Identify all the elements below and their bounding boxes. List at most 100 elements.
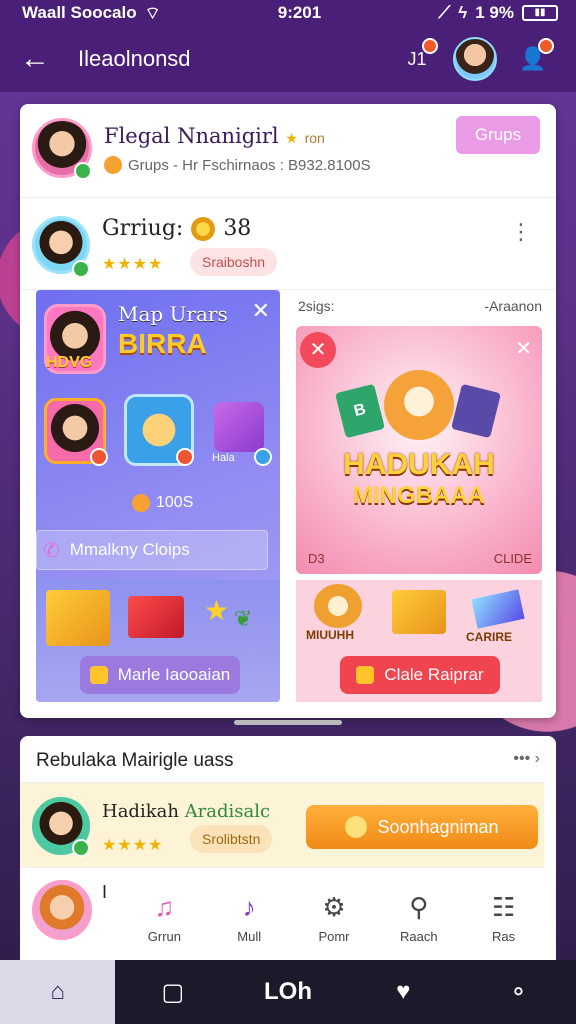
user-name: Hadikah Aradisalc: [102, 801, 270, 822]
user-name-text: Hadikah: [102, 801, 179, 822]
gift-box-icon[interactable]: [392, 590, 446, 634]
quick-action-menu: ♫ Grrun ♪ Mull ⚙ Pomr ⚲ Raach ☷ Ras: [112, 876, 556, 960]
tab-chat[interactable]: ▢: [115, 960, 230, 1024]
groups-button[interactable]: Grups: [456, 116, 540, 154]
tab-center-label: LOh: [264, 978, 312, 1005]
status-badge-text: Srolibtstn: [202, 831, 261, 847]
status-badge: Srolibtstn: [190, 825, 273, 853]
drag-handle[interactable]: [234, 720, 342, 725]
card-icon: [451, 383, 501, 439]
battery-icon: ▮▮: [522, 5, 558, 21]
menu-item-label: Grrun: [147, 929, 181, 944]
list-item[interactable]: Grriug: 38 ★★★★ Sraiboshn ⋮: [20, 198, 556, 290]
item-label: CARIRE: [466, 630, 513, 644]
avatar-label: HDVG: [46, 354, 93, 371]
profile-icon: ⚬: [508, 978, 529, 1006]
promo-title: HADUKAH: [343, 448, 495, 481]
status-badge: Sraiboshn: [190, 248, 278, 276]
online-status-icon: [72, 839, 90, 857]
user-name-text: Grriug:: [102, 216, 184, 241]
badge-icon: [176, 448, 194, 466]
list-item[interactable]: Flegal Nnanigirl ★ ron Grups - Hr Fschir…: [20, 104, 556, 198]
back-arrow-icon[interactable]: ←: [20, 42, 60, 76]
promo-corner-label: CLIDE: [493, 551, 532, 566]
panel-subtitle: BIRRA: [118, 328, 207, 359]
grid-icon: ☷: [491, 892, 516, 922]
signal-icon: ⟋: [438, 3, 451, 22]
wifi-icon: ⌔: [144, 3, 161, 23]
gift-box-icon[interactable]: [214, 402, 264, 452]
close-icon[interactable]: ✕: [515, 336, 532, 361]
coin-amount-text: 100S: [156, 494, 194, 511]
menu-item-group[interactable]: ♫ Grrun: [132, 892, 196, 944]
send-gift-button[interactable]: Marle Iaooaian: [80, 656, 240, 694]
heart-icon: ♥: [396, 978, 411, 1005]
gift-box-icon[interactable]: [128, 596, 184, 638]
panel-label: 2sigs:: [298, 298, 335, 314]
user-name: Flegal Nnanigirl ★ ron: [104, 124, 325, 148]
panel-label: -Araanon: [484, 298, 542, 314]
avatar: [32, 880, 92, 940]
gear-icon: ⚙: [322, 892, 346, 922]
search-row-label: Mmalkny Cloips: [69, 540, 190, 559]
gem-icon[interactable]: [471, 589, 525, 629]
rating-stars: ★★★★: [102, 256, 164, 273]
battery-percent: 1 9%: [475, 3, 514, 22]
tab-profile[interactable]: ⚬: [461, 960, 576, 1024]
user-subtitle-text: Grups - Hr Fschirnaos : B932.8100S: [128, 156, 371, 174]
user-name-text: Flegal Nnanigirl: [104, 124, 279, 148]
main-card: Flegal Nnanigirl ★ ron Grups - Hr Fschir…: [20, 104, 556, 718]
join-button[interactable]: Soonhagniman: [306, 805, 538, 849]
more-dots: •••: [513, 750, 531, 767]
status-bar: Waall Soocalo ⌔ 9:201 ⟋ ϟ 1 9% ▮▮: [0, 0, 576, 26]
menu-item-label: Mull: [237, 929, 262, 944]
music-note-icon: ♪: [242, 892, 256, 922]
leaf-icon: ❦: [234, 606, 253, 631]
button-label: Clale Raiprar: [384, 665, 484, 684]
user-subtitle: Grups - Hr Fschirnaos : B932.8100S: [104, 156, 371, 174]
tab-center[interactable]: LOh: [230, 960, 345, 1024]
badge-icon: [254, 448, 272, 466]
search-row[interactable]: ✆ Mmalkny Cloips: [36, 530, 268, 570]
menu-item-power[interactable]: ⚙ Pomr: [302, 892, 366, 944]
bottom-nav: ⌂ ▢ LOh ♥ ⚬: [0, 960, 576, 1024]
promo-corner-label: D3: [308, 551, 325, 566]
mascot-icon[interactable]: [314, 584, 362, 628]
gift-box-icon[interactable]: [46, 590, 110, 646]
notifications-button[interactable]: J1: [394, 36, 440, 82]
online-status-icon: [72, 260, 90, 278]
star-icon[interactable]: ★: [204, 594, 229, 627]
more-options-icon[interactable]: ⋮: [510, 221, 532, 243]
user-name-accent: Aradisalc: [184, 801, 271, 822]
menu-item-search[interactable]: ⚲ Raach: [387, 892, 451, 944]
online-status-icon: [74, 162, 92, 180]
button-label: Marle Iaooaian: [117, 665, 231, 684]
game-panel-left: HDVG Map Urars BIRRA ✕ Hala 100S ✆ Mmalk…: [36, 290, 280, 702]
close-icon[interactable]: ✕: [300, 332, 336, 368]
user-name: Grriug: 38: [102, 216, 251, 241]
phone-icon: ✆: [43, 539, 60, 562]
claim-reward-button[interactable]: Clale Raiprar: [340, 656, 500, 694]
tab-home[interactable]: ⌂: [0, 960, 116, 1024]
page-title: Ileaolnonsd: [78, 46, 191, 71]
add-friend-button[interactable]: 👤: [510, 36, 556, 82]
card-icon: B: [335, 383, 385, 439]
menu-item-list[interactable]: ☷ Ras: [472, 892, 536, 944]
charging-icon: ϟ: [458, 3, 468, 22]
list-item[interactable]: Hadikah Aradisalc ★★★★ Srolibtstn Soonha…: [20, 782, 544, 868]
search-icon: ⚲: [409, 892, 429, 922]
profile-button[interactable]: [452, 36, 498, 82]
mascot-icon: [384, 370, 454, 440]
menu-item-music[interactable]: ♪ Mull: [217, 892, 281, 944]
user-tag: ron: [304, 130, 325, 146]
item-label: MIUUHH: [306, 628, 354, 642]
coin-icon: [104, 156, 122, 174]
menu-item-label: Ras: [492, 929, 516, 944]
tab-favorites[interactable]: ♥: [346, 960, 461, 1024]
game-panel-right: 2sigs: -Araanon ✕ ✕ B HADUKAH MINGBAAA D…: [296, 290, 556, 702]
close-icon[interactable]: ✕: [252, 298, 270, 324]
coin-icon: [345, 816, 368, 838]
see-more-button[interactable]: ••• ›: [513, 750, 540, 768]
promo-banner[interactable]: ✕ ✕ B HADUKAH MINGBAAA D3 CLIDE: [296, 326, 542, 574]
home-icon: ⌂: [50, 978, 65, 1005]
